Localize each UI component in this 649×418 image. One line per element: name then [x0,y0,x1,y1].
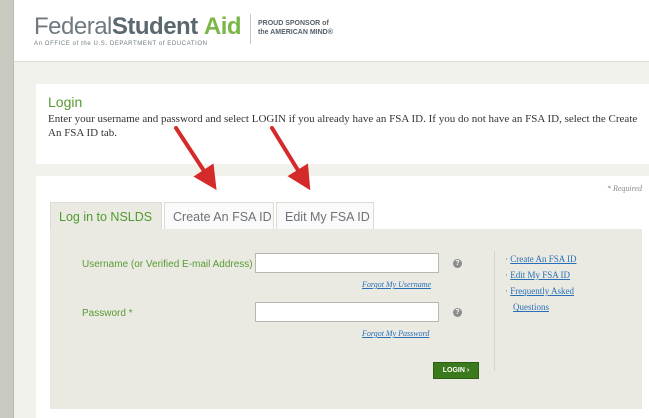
login-form-box: * Required Log in to NSLDS Create An FSA… [36,176,649,418]
logo-subtitle: An OFFICE of the U.S. DEPARTMENT of EDUC… [34,41,208,47]
sponsor-line-2: the AMERICAN MIND® [258,29,333,36]
panel-divider [494,251,495,371]
fsa-logo[interactable]: FederalStudent Aid An OFFICE of the U.S.… [34,13,242,48]
login-title: Login [48,94,83,110]
side-link-faq[interactable]: · Frequently Asked [505,283,625,299]
forgot-password-link[interactable]: Forgot My Password [362,329,429,338]
logo-divider [250,14,251,44]
password-label: Password * [82,308,133,319]
tab-create-fsa-id[interactable]: Create An FSA ID [164,202,274,230]
side-link-edit-fsa-id[interactable]: · Edit My FSA ID [505,267,625,283]
username-input[interactable] [255,253,439,273]
side-links: · Create An FSA ID · Edit My FSA ID · Fr… [505,251,625,315]
logo-word-student: Student [111,13,198,40]
logo-wordmark: FederalStudent Aid [34,13,242,40]
page-frame: FederalStudent Aid An OFFICE of the U.S.… [13,0,649,418]
forgot-username-link[interactable]: Forgot My Username [362,280,431,289]
logo-word-aid: Aid [203,13,242,40]
side-link-faq-continued[interactable]: Questions [505,299,625,315]
login-button[interactable]: LOGIN › [433,362,479,379]
username-help-icon[interactable]: ? [453,259,462,268]
tab-log-in-to-nslds[interactable]: Log in to NSLDS [50,202,162,230]
side-link-create-fsa-id[interactable]: · Create An FSA ID [505,251,625,267]
sponsor-line-1: PROUD SPONSOR of [258,20,329,27]
password-help-icon[interactable]: ? [453,308,462,317]
required-note: * Required [606,184,642,193]
tab-edit-fsa-id[interactable]: Edit My FSA ID [276,202,374,230]
login-panel: Username (or Verified E-mail Address) * … [50,229,642,409]
password-input[interactable] [255,302,439,322]
sponsor-tagline: PROUD SPONSOR of the AMERICAN MIND® [258,19,333,37]
login-instructions: Enter your username and password and sel… [48,113,638,139]
username-label: Username (or Verified E-mail Address) * [82,259,260,270]
login-intro-box: Login Enter your username and password a… [36,84,649,164]
site-header: FederalStudent Aid An OFFICE of the U.S.… [14,0,649,62]
logo-word-federal: Federal [34,13,112,40]
